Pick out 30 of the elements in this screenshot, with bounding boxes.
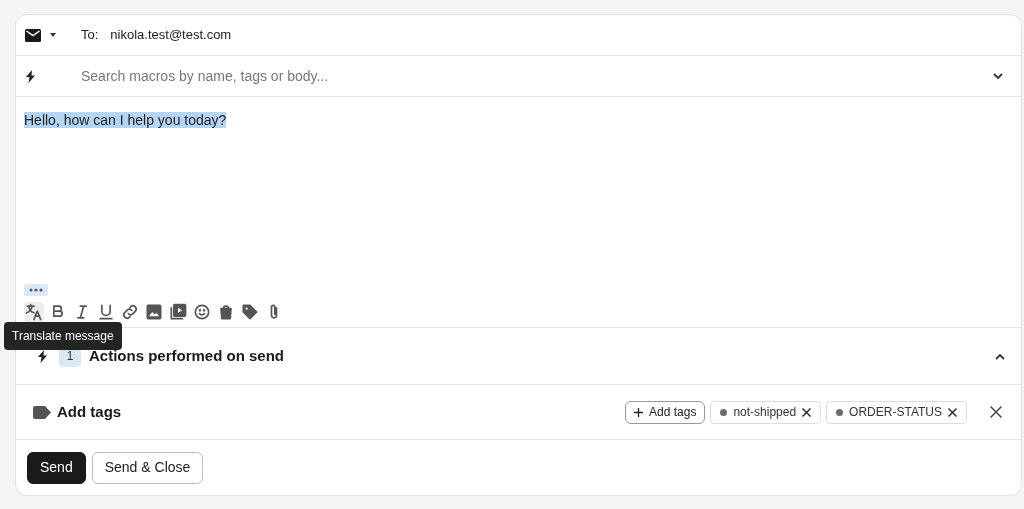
link-icon[interactable] [120, 302, 140, 322]
close-icon[interactable] [990, 406, 1002, 418]
remove-icon[interactable] [948, 407, 957, 417]
caret-icon[interactable] [49, 32, 57, 38]
more-icon[interactable] [24, 284, 48, 296]
plus-icon [634, 407, 643, 417]
to-label: To: [81, 26, 99, 45]
mail-icon[interactable] [25, 28, 41, 42]
tags-title: Add tags [57, 401, 123, 422]
image-icon[interactable] [144, 302, 164, 322]
send-button[interactable]: Send [27, 451, 86, 484]
remove-icon[interactable] [802, 407, 812, 417]
add-tags-button[interactable]: Add tags [625, 400, 706, 424]
recipient-email: nikola.test@test.com [110, 26, 232, 45]
tooltip: Translate message [4, 322, 122, 350]
lightning-icon [26, 69, 35, 83]
video-icon[interactable] [168, 302, 188, 322]
tag-icon[interactable] [240, 302, 260, 322]
emoji-icon[interactable] [192, 302, 212, 322]
chevron-up-icon[interactable] [995, 352, 1005, 360]
translate-icon[interactable] [24, 302, 44, 322]
lightning-icon [38, 349, 47, 363]
underline-icon[interactable] [96, 302, 116, 322]
tag-label: not-shipped [733, 404, 797, 421]
macro-search-field[interactable]: Search macros by name, tags or body... [81, 65, 993, 87]
tag-label: ORDER-STATUS [849, 404, 942, 421]
chevron-down-icon[interactable] [993, 72, 1003, 80]
send-close-button[interactable]: Send & Close [91, 451, 204, 484]
message-text[interactable]: Hello, how can I help you today? [24, 112, 227, 128]
label-icon [33, 405, 51, 419]
